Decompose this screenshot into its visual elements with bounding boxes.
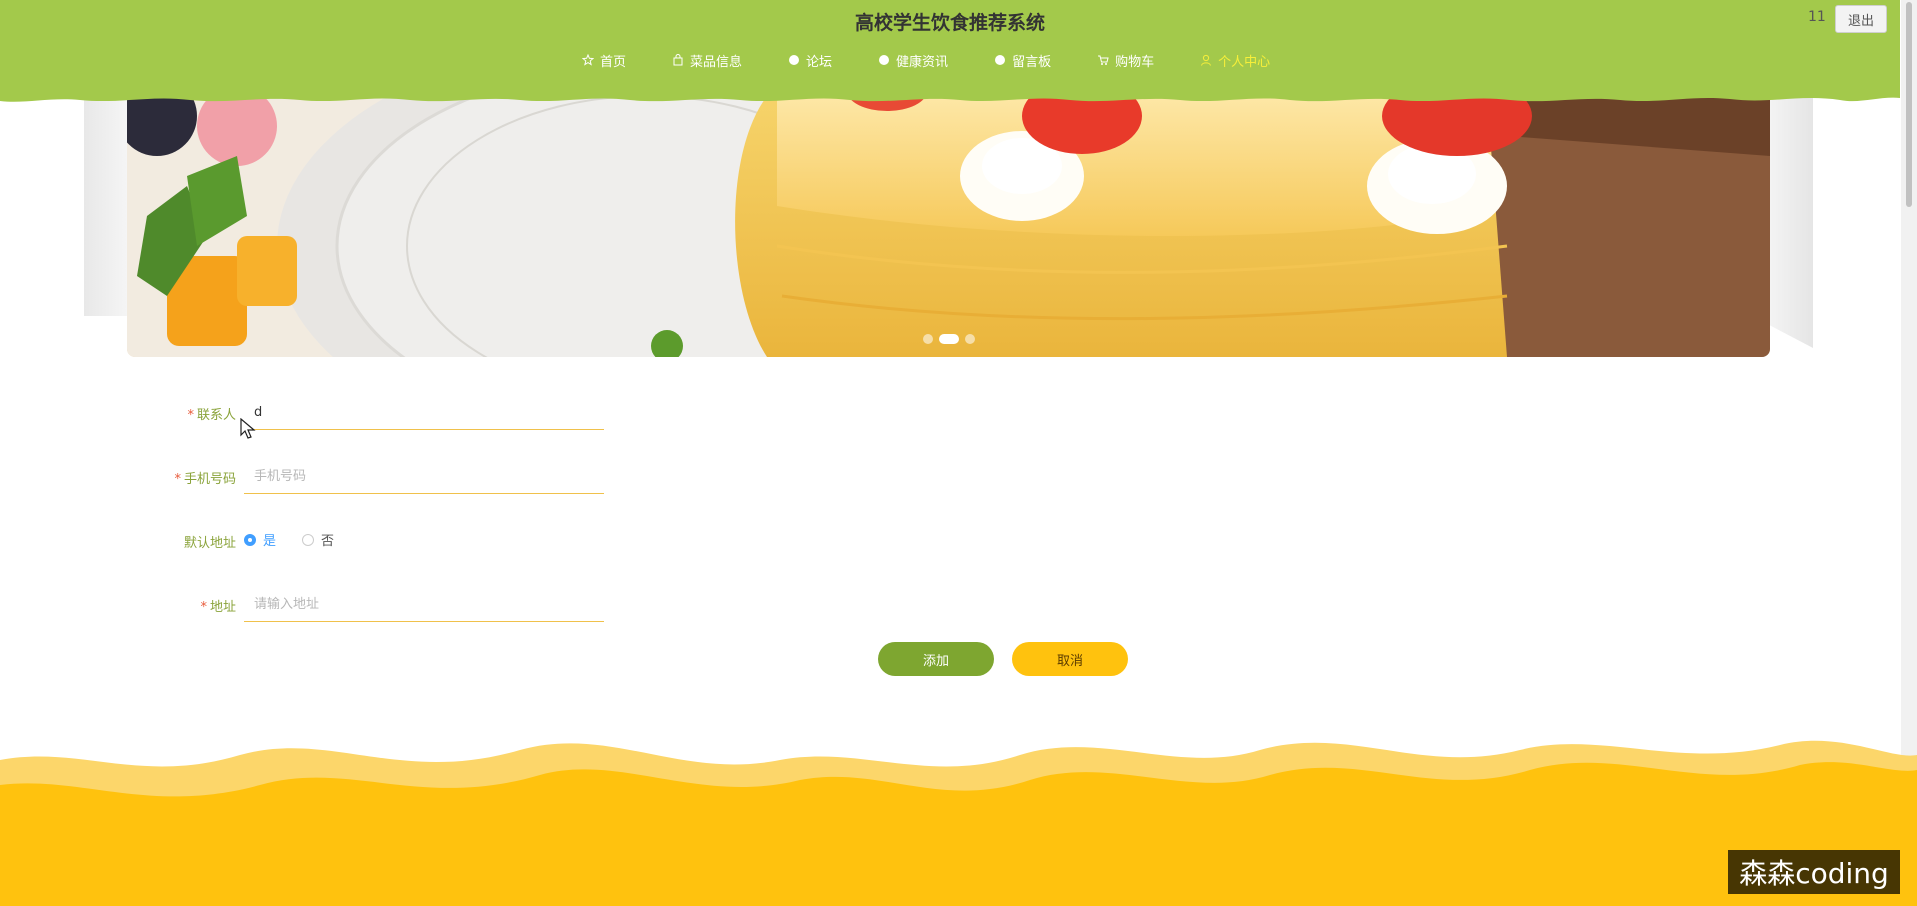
bag-icon [672,54,684,66]
nav-label: 菜品信息 [690,54,743,70]
phone-label: * 手机号码 [174,472,236,487]
required-mark: * [174,472,181,487]
required-mark: * [187,408,194,423]
main-nav: 首页 菜品信息 论坛 健康资讯 留言板 购物车 个人中心 [582,50,1316,70]
form-row-default-address: 默认地址 是 否 [140,524,620,560]
form-row-phone: * 手机号码 [140,460,620,496]
cart-icon [1097,54,1109,66]
nav-item-home[interactable]: 首页 [582,50,626,70]
nav-label: 购物车 [1115,54,1155,70]
radio-circle [302,533,315,546]
form-row-contact: * 联系人 [140,396,620,432]
radio-label: 否 [321,534,335,549]
nav-label: 留言板 [1012,54,1052,70]
carousel-dot[interactable] [964,334,975,344]
default-address-label: 默认地址 [183,536,236,551]
carousel-dot-active[interactable] [938,334,959,344]
phone-input[interactable] [244,460,604,494]
nav-item-forum[interactable]: 论坛 [788,50,832,70]
scroll-thumb[interactable] [1906,2,1912,207]
logout-button[interactable]: 退出 [1835,5,1887,33]
radio-label: 是 [263,534,277,549]
contact-label: * 联系人 [187,408,236,423]
nav-label: 个人中心 [1218,54,1271,70]
address-input[interactable] [244,588,604,622]
nav-label: 健康资讯 [896,54,949,70]
banner-image [127,96,1770,357]
radio-circle [244,533,256,546]
circle-icon [878,54,890,66]
circle-icon [788,54,800,66]
required-mark: * [200,600,207,615]
radio-yes[interactable]: 是 [244,530,276,549]
radio-no[interactable]: 否 [302,530,334,549]
contact-input[interactable] [244,396,604,430]
nav-item-dishes[interactable]: 菜品信息 [672,50,742,70]
user-icon [1200,54,1212,66]
footer-waves [0,740,1917,906]
nav-label: 首页 [600,54,627,70]
default-address-radio-group: 是 否 [244,530,360,549]
watermark: 森森coding [1728,850,1900,894]
carousel-dot[interactable] [922,334,933,344]
banner-carousel[interactable] [127,96,1770,357]
header: 高校学生饮食推荐系统 首页 菜品信息 论坛 健康资讯 留言板 购物车 个人中心 … [0,0,1900,110]
form-row-address: * 地址 [140,588,620,624]
site-title: 高校学生饮食推荐系统 [854,12,1045,34]
star-icon [582,54,594,66]
carousel-indicators [127,334,1770,344]
nav-item-cart[interactable]: 购物车 [1097,50,1154,70]
banner-side-card-right [1765,96,1813,348]
mouse-cursor-icon [240,418,256,439]
nav-item-personal-center[interactable]: 个人中心 [1200,50,1270,70]
nav-item-health-news[interactable]: 健康资讯 [878,50,948,70]
nav-label: 论坛 [806,54,833,70]
nav-item-message-board[interactable]: 留言板 [994,50,1051,70]
add-button[interactable]: 添加 [878,642,994,676]
username: 11 [1808,9,1826,25]
address-label: * 地址 [200,600,236,615]
cancel-button[interactable]: 取消 [1012,642,1128,676]
circle-icon [994,54,1006,66]
